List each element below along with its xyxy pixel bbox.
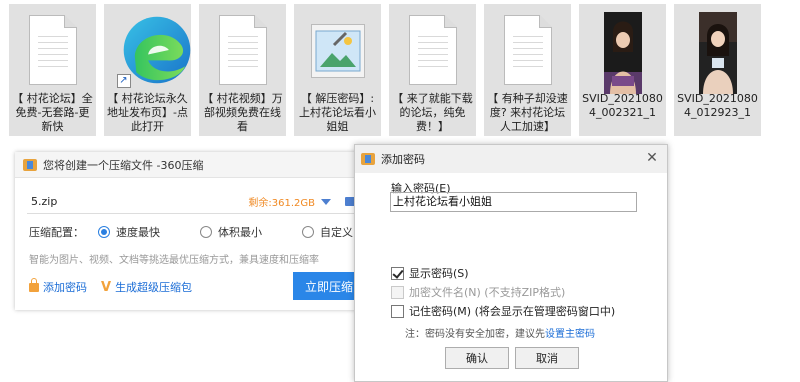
file-item[interactable]: ↗ 【 村花论坛永久地址发布页】-点此打开 bbox=[104, 4, 191, 136]
config-label: 压缩配置： bbox=[29, 226, 84, 239]
archive-filename[interactable]: 5.zip bbox=[27, 195, 248, 208]
encrypt-filenames-checkbox: 加密文件名(N) (不支持ZIP格式) bbox=[391, 284, 565, 300]
dropdown-arrow-icon[interactable] bbox=[321, 198, 331, 205]
show-password-checkbox[interactable]: 显示密码(S) bbox=[391, 265, 469, 281]
shortcut-arrow-icon: ↗ bbox=[116, 74, 131, 88]
option-smallest[interactable]: 体积最小 bbox=[200, 224, 262, 240]
archive-icon bbox=[23, 158, 37, 171]
file-label: SVID_20210804_012923_1 bbox=[677, 92, 758, 119]
file-item[interactable]: 【 村花视频】万部视频免费在线看 bbox=[199, 4, 286, 136]
compress-titlebar[interactable]: 您将创建一个压缩文件 -360压缩 bbox=[15, 152, 367, 178]
file-label: 【 来了就能下载的论坛，纯免费！】 bbox=[392, 92, 473, 133]
checkbox[interactable] bbox=[391, 266, 404, 280]
document-icon bbox=[212, 10, 274, 90]
file-item[interactable]: SVID_20210804_012923_1 bbox=[674, 4, 761, 136]
file-grid: 【 村花论坛】全免费-无套路-更新快 ↗ 【 村花论坛永久地址发布页】-点此打开 bbox=[0, 0, 800, 140]
file-label: 【 村花论坛】全免费-无套路-更新快 bbox=[12, 92, 93, 133]
document-icon bbox=[22, 10, 84, 90]
cancel-button[interactable]: 取消 bbox=[515, 347, 579, 369]
file-item[interactable]: 【 村花论坛】全免费-无套路-更新快 bbox=[9, 4, 96, 136]
document-icon bbox=[402, 10, 464, 90]
confirm-button[interactable]: 确认 bbox=[445, 347, 509, 369]
super-package-link[interactable]: V 生成超级压缩包 bbox=[101, 279, 192, 295]
file-item[interactable]: SVID_20210804_002321_1 bbox=[579, 4, 666, 136]
compress-hint: 智能为图片、视频、文档等挑选最优压缩方式，兼具速度和压缩率 bbox=[29, 255, 319, 266]
radio-button[interactable] bbox=[98, 226, 110, 238]
compress-title: 您将创建一个压缩文件 -360压缩 bbox=[43, 158, 204, 172]
image-file-icon bbox=[307, 10, 369, 90]
close-icon[interactable]: ✕ bbox=[645, 151, 659, 165]
document-icon bbox=[497, 10, 559, 90]
remember-password-checkbox[interactable]: 记住密码(M) (将会显示在管理密码窗口中) bbox=[391, 303, 615, 319]
compress-config-row: 压缩配置： 速度最快 体积最小 自定义 bbox=[29, 224, 353, 240]
file-label: 【 解压密码】: 上村花论坛看小姐姐 bbox=[299, 92, 376, 133]
radio-button[interactable] bbox=[302, 226, 314, 238]
password-dialog-titlebar[interactable]: 添加密码 ✕ bbox=[355, 145, 667, 173]
radio-button[interactable] bbox=[200, 226, 212, 238]
v-badge-icon: V bbox=[101, 279, 112, 295]
option-fastest[interactable]: 速度最快 bbox=[98, 224, 160, 240]
lock-icon bbox=[29, 277, 39, 292]
password-input[interactable]: 上村花论坛看小姐姐 bbox=[390, 192, 637, 212]
file-item[interactable]: 【 来了就能下载的论坛，纯免费！】 bbox=[389, 4, 476, 136]
video-thumbnail bbox=[687, 10, 749, 94]
video-thumbnail bbox=[592, 10, 654, 94]
password-dialog-title: 添加密码 bbox=[381, 153, 425, 166]
file-item[interactable]: 【 有种子却没速度? 来村花论坛人工加速】 bbox=[484, 4, 571, 136]
compress-dialog: 您将创建一个压缩文件 -360压缩 5.zip 剩余:361.2GB 压缩配置：… bbox=[15, 152, 367, 310]
file-label: 【 村花论坛永久地址发布页】-点此打开 bbox=[107, 92, 188, 133]
file-label: 【 有种子却没速度? 来村花论坛人工加速】 bbox=[487, 92, 568, 133]
checkbox[interactable] bbox=[391, 304, 404, 318]
file-label: SVID_20210804_002321_1 bbox=[582, 92, 663, 119]
checkbox bbox=[391, 285, 404, 299]
add-password-link[interactable]: 添加密码 bbox=[29, 277, 87, 295]
edge-browser-icon: ↗ bbox=[116, 10, 190, 90]
set-master-password-link[interactable]: 设置主密码 bbox=[545, 329, 595, 340]
file-label: 【 村花视频】万部视频免费在线看 bbox=[202, 92, 283, 133]
free-space-label: 剩余:361.2GB bbox=[248, 198, 315, 209]
file-item[interactable]: 【 解压密码】: 上村花论坛看小姐姐 bbox=[294, 4, 381, 136]
option-custom[interactable]: 自定义 bbox=[302, 224, 353, 240]
archive-icon bbox=[361, 153, 375, 165]
add-password-dialog: 添加密码 ✕ 输入密码(E) 上村花论坛看小姐姐 显示密码(S) 加密文件名(N… bbox=[354, 144, 668, 382]
security-note: 注：密码没有安全加密，建议先设置主密码 bbox=[405, 329, 595, 340]
archive-path-field[interactable]: 5.zip 剩余:361.2GB bbox=[27, 190, 357, 214]
